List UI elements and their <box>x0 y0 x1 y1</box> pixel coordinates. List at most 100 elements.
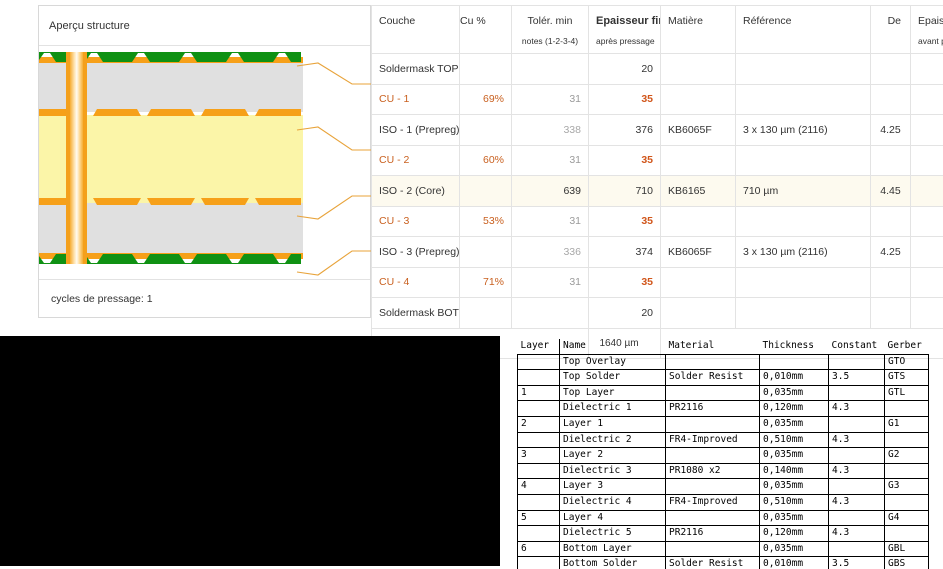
layer-stack-cell-constant: 4.3 <box>828 525 885 542</box>
cell-cu-percent <box>459 236 512 268</box>
cell-couche: ISO - 1 (Prepreg) <box>371 114 460 146</box>
cell-matiere <box>660 266 736 298</box>
cell-tolerance <box>511 297 589 329</box>
layer-stack-cell-name: Layer 1 <box>559 415 666 433</box>
cell-tolerance: 336 <box>511 236 589 268</box>
layer-stack-cell-material <box>665 540 760 558</box>
cell-base-thickness <box>910 205 943 237</box>
cell-reference: 3 x 130 µm (2116) <box>735 114 871 146</box>
layer-stack-cell-constant: 4.3 <box>828 431 885 449</box>
cell-tolerance: 639 <box>511 175 589 207</box>
cell-couche: ISO - 2 (Core) <box>371 175 460 207</box>
layer-stack-cell-thickness: 0,120mm <box>759 400 829 417</box>
cell-de <box>870 144 911 176</box>
cell-cu-percent: 53% <box>459 205 512 237</box>
cell-de <box>870 266 911 298</box>
cell-reference <box>735 53 871 85</box>
layer-stack-cell-gerber: G1 <box>884 415 929 433</box>
cell-de <box>870 297 911 329</box>
layer-stack-cell-gerber: GTO <box>884 353 929 371</box>
layer-stack-row: 3 Layer 2 0,035mm G2 <box>517 447 929 464</box>
cell-matiere <box>660 144 736 176</box>
cell-cu-percent <box>459 175 512 207</box>
layer-stack-cell-material <box>665 384 760 402</box>
layer-stack-cell-thickness: 0,035mm <box>759 384 829 402</box>
layer-stack-cell-name: Dielectric 4 <box>559 493 666 511</box>
cell-final-thickness: 374 <box>588 236 661 268</box>
cell-reference: 3 x 130 µm (2116) <box>735 236 871 268</box>
layer-stack-cell-constant <box>828 353 885 371</box>
cell-reference <box>735 83 871 115</box>
cell-couche: ISO - 3 (Prepreg) <box>371 236 460 268</box>
layer-stack-cell-constant: 3.5 <box>828 556 885 569</box>
cell-reference: 710 µm <box>735 175 871 207</box>
cell-final-thickness: 35 <box>588 144 661 176</box>
layer-stack-cell-gerber: GTS <box>884 369 929 386</box>
col-header-couche: Couche <box>371 5 460 54</box>
layer-stack-legend: Layer Name Material Thickness Constant G… <box>517 339 937 569</box>
cell-de <box>870 83 911 115</box>
layer-stack-cell-thickness: 0,010mm <box>759 556 829 569</box>
layer-stack-cell-thickness: 0,120mm <box>759 525 829 542</box>
lsh-name: Name <box>559 339 666 355</box>
layer-stack-cell-gerber: GBL <box>884 540 929 558</box>
layer-stack-cell-layer <box>517 493 560 511</box>
layer-stack-cell-gerber: GTL <box>884 384 929 402</box>
press-cycles-label: cycles de pressage: 1 <box>51 292 153 305</box>
layer-stack-cell-constant: 4.3 <box>828 493 885 511</box>
layer-stack-cell-material <box>665 478 760 495</box>
layer-stack-row: 1 Top Layer 0,035mm GTL <box>517 384 929 402</box>
cell-tolerance: 31 <box>511 83 589 115</box>
cell-de: 4.45 <box>870 175 911 207</box>
cell-cu-percent: 60% <box>459 144 512 176</box>
layer-stack-table: Layer Name Material Thickness Constant G… <box>517 339 929 569</box>
layer-stack-cell-thickness: 0,010mm <box>759 369 829 386</box>
cell-tolerance: 31 <box>511 205 589 237</box>
layer-stack-cell-name: Top Solder <box>559 369 666 386</box>
stackup-report-page: Aperçu structure cycles de pressage: 1 C… <box>0 0 943 569</box>
preview-title-label: Aperçu structure <box>49 19 130 32</box>
cell-base-thickness: 710 <box>910 175 943 207</box>
cell-de: 4.25 <box>870 236 911 268</box>
cell-tolerance: 31 <box>511 266 589 298</box>
layer-stack-row: Dielectric 4 FR4-Improved 0,510mm 4.3 <box>517 493 929 511</box>
layer-stack-cell-constant <box>828 384 885 402</box>
layer-stack-cell-constant <box>828 478 885 495</box>
preview-title: Aperçu structure <box>39 6 370 46</box>
layer-stack-cell-thickness: 0,035mm <box>759 509 829 527</box>
table-row: Soldermask TOP 20 <box>371 53 943 85</box>
cell-base-thickness: 390 <box>910 114 943 146</box>
col-header-matiere: Matière <box>660 5 736 54</box>
layer-stack-row: Dielectric 3 PR1080 x2 0,140mm 4.3 <box>517 462 929 480</box>
layer-stack-cell-name: Bottom Layer <box>559 540 666 558</box>
layer-stack-cell-name: Bottom Solder <box>559 556 666 569</box>
layer-stack-row: Top Solder Solder Resist 0,010mm 3.5 GTS <box>517 369 929 386</box>
layer-stack-cell-name: Dielectric 3 <box>559 462 666 480</box>
layer-stack-row: Dielectric 2 FR4-Improved 0,510mm 4.3 <box>517 431 929 449</box>
cad-drawing-section: Layer Name Material Thickness Constant G… <box>0 334 943 569</box>
cell-reference <box>735 297 871 329</box>
col-header-reference: Référence <box>735 5 871 54</box>
cell-de: 4.25 <box>870 114 911 146</box>
cell-cu-percent <box>459 53 512 85</box>
cell-tolerance: 338 <box>511 114 589 146</box>
table-row: Soldermask BOT 20 <box>371 297 943 329</box>
layer-stack-cell-gerber <box>884 431 929 449</box>
lsh-gerber: Gerber <box>884 339 929 355</box>
layer-stack-cell-material: PR2116 <box>665 400 760 417</box>
layer-stack-cell-thickness: 0,035mm <box>759 415 829 433</box>
layer-stack-row: 5 Layer 4 0,035mm G4 <box>517 509 929 527</box>
layer-stack-cell-layer: 2 <box>517 415 560 433</box>
cell-base-thickness <box>910 83 943 115</box>
layer-stack-cell-thickness <box>759 353 829 371</box>
layer-stack-row: 6 Bottom Layer 0,035mm GBL <box>517 540 929 558</box>
layer-stack-cell-layer: 3 <box>517 447 560 464</box>
pcb-drawing-black-canvas <box>0 336 500 566</box>
layer-stack-cell-name: Dielectric 1 <box>559 400 666 417</box>
cell-reference <box>735 266 871 298</box>
layer-stack-cell-material: PR1080 x2 <box>665 462 760 480</box>
cell-matiere <box>660 83 736 115</box>
layer-stack-cell-gerber <box>884 493 929 511</box>
cell-couche: Soldermask BOT <box>371 297 460 329</box>
layer-stack-cell-material <box>665 509 760 527</box>
